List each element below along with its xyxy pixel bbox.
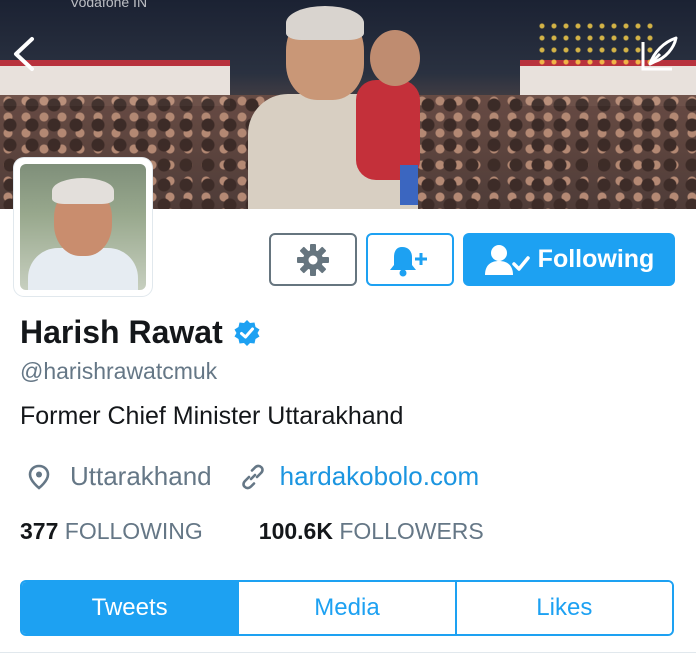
profile-website-link[interactable]: hardakobolo.com — [280, 461, 479, 492]
following-label: FOLLOWING — [64, 518, 203, 544]
feather-compose-icon[interactable] — [640, 34, 680, 72]
followers-label: FOLLOWERS — [339, 518, 484, 544]
chevron-left-icon[interactable] — [8, 36, 40, 72]
following-count: 377 — [20, 518, 59, 544]
profile-stats: 377 FOLLOWING 100.6K FOLLOWERS — [20, 518, 484, 545]
link-icon — [241, 464, 264, 489]
status-bar-carrier: Vodafone IN — [70, 0, 148, 10]
gear-icon — [297, 243, 329, 276]
banner-lights — [536, 20, 656, 70]
bell-plus-icon — [390, 246, 427, 276]
followers-stat[interactable]: 100.6K FOLLOWERS — [259, 518, 484, 545]
profile-name-row: Harish Rawat — [20, 314, 261, 351]
tab-tweets[interactable]: Tweets — [22, 582, 238, 634]
profile-name: Harish Rawat — [20, 314, 223, 350]
profile-bio: Former Chief Minister Uttarakhand — [20, 402, 404, 430]
divider — [0, 652, 696, 653]
tab-likes[interactable]: Likes — [454, 582, 672, 634]
notifications-button[interactable] — [366, 233, 454, 286]
banner-child — [350, 30, 420, 205]
verified-badge-icon — [234, 319, 260, 346]
avatar[interactable] — [14, 158, 152, 296]
following-button[interactable]: Following — [463, 233, 675, 286]
profile-location: Uttarakhand — [70, 461, 212, 491]
followers-count: 100.6K — [258, 518, 333, 544]
profile-meta: Uttarakhand hardakobolo.com — [20, 461, 479, 492]
profile-handle: @harishrawatcmuk — [20, 358, 218, 384]
location-pin-icon — [28, 464, 50, 490]
tab-media[interactable]: Media — [237, 582, 455, 634]
user-check-icon — [484, 244, 530, 275]
profile-tabs: Tweets Media Likes — [20, 580, 674, 636]
following-stat[interactable]: 377 FOLLOWING — [20, 518, 203, 545]
following-button-label: Following — [537, 245, 655, 273]
settings-button[interactable] — [269, 233, 357, 286]
